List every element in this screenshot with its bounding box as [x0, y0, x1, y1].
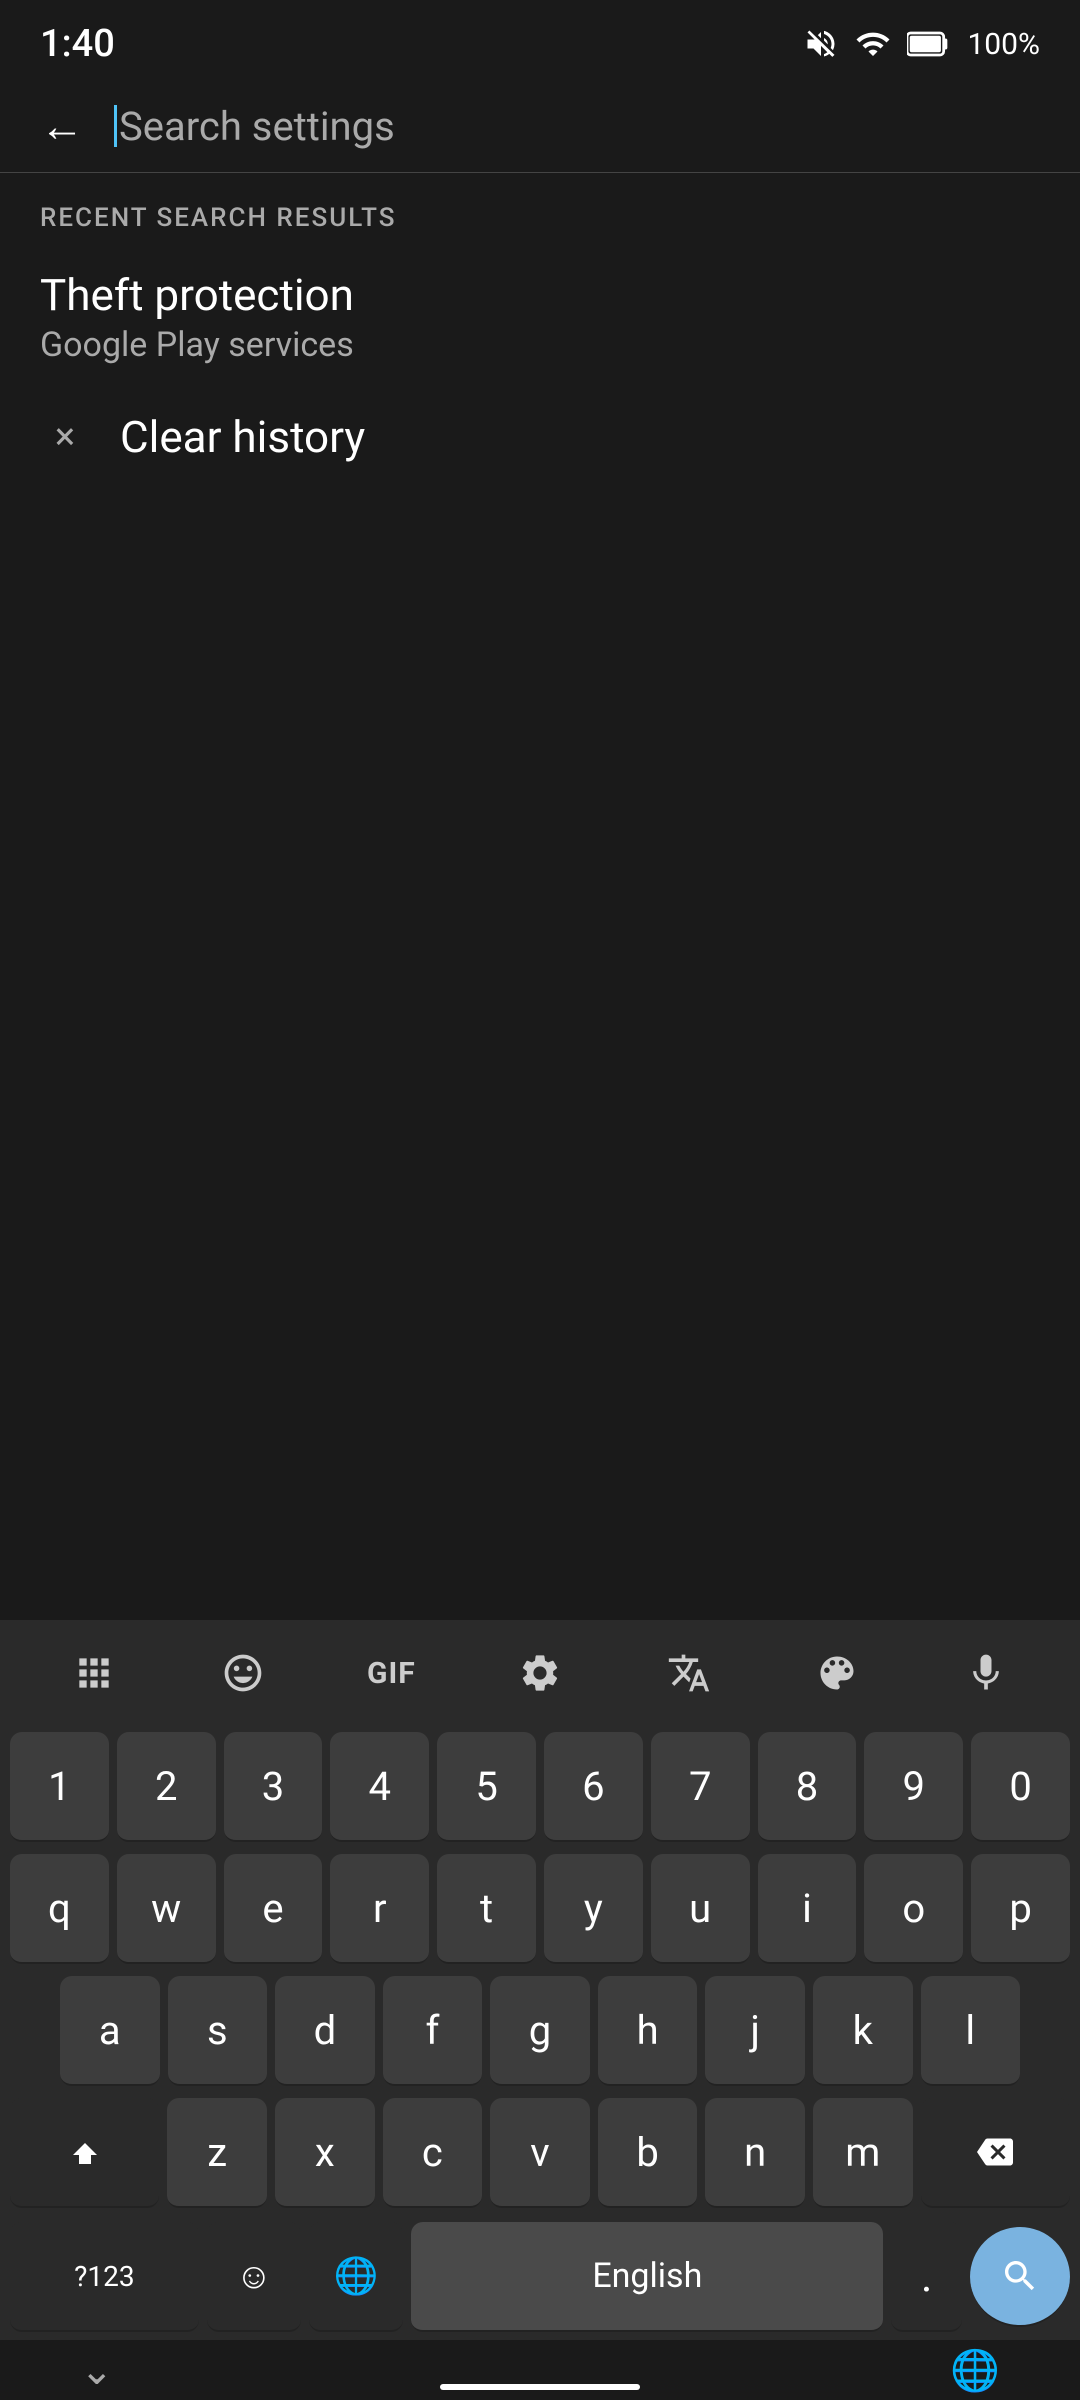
key-p[interactable]: p — [971, 1854, 1070, 1964]
key-3[interactable]: 3 — [224, 1732, 323, 1842]
result-subtitle: Google Play services — [40, 325, 1040, 365]
key-k[interactable]: k — [813, 1976, 913, 2086]
key-y[interactable]: y — [544, 1854, 643, 1964]
key-8[interactable]: 8 — [758, 1732, 857, 1842]
mic-toolbar-button[interactable] — [941, 1638, 1031, 1708]
search-result-theft-protection[interactable]: Theft protection Google Play services — [0, 243, 1080, 391]
text-cursor — [114, 105, 117, 147]
number-row: 1 2 3 4 5 6 7 8 9 0 — [0, 1726, 1080, 1848]
key-x[interactable]: x — [275, 2098, 375, 2208]
key-t[interactable]: t — [437, 1854, 536, 1964]
key-d[interactable]: d — [275, 1976, 375, 2086]
settings-toolbar-button[interactable] — [495, 1638, 585, 1708]
emoji-toolbar-button[interactable] — [198, 1638, 288, 1708]
key-n[interactable]: n — [705, 2098, 805, 2208]
key-9[interactable]: 9 — [864, 1732, 963, 1842]
gif-toolbar-button[interactable]: GIF — [346, 1638, 436, 1708]
nav-globe-icon[interactable]: 🌐 — [950, 2347, 1000, 2394]
search-placeholder: Search settings — [119, 103, 395, 150]
globe-key[interactable]: 🌐 — [309, 2222, 403, 2332]
keyboard: GIF 1 2 3 4 5 6 7 8 — [0, 1620, 1080, 2340]
key-4[interactable]: 4 — [330, 1732, 429, 1842]
key-a[interactable]: a — [60, 1976, 160, 2086]
key-1[interactable]: 1 — [10, 1732, 109, 1842]
theme-toolbar-button[interactable] — [792, 1638, 882, 1708]
gif-label: GIF — [367, 1656, 416, 1691]
result-title: Theft protection — [40, 269, 1040, 321]
back-button[interactable]: ← — [40, 100, 84, 152]
key-b[interactable]: b — [598, 2098, 698, 2208]
key-0[interactable]: 0 — [971, 1732, 1070, 1842]
symbols-key[interactable]: ?123 — [10, 2222, 199, 2332]
recent-results-label: RECENT SEARCH RESULTS — [0, 173, 1080, 243]
status-icons: 100% — [803, 26, 1040, 62]
key-w[interactable]: w — [117, 1854, 216, 1964]
key-v[interactable]: v — [490, 2098, 590, 2208]
battery-icon — [907, 26, 951, 62]
search-action-key[interactable] — [970, 2227, 1070, 2327]
wifi-icon — [855, 26, 891, 62]
translate-toolbar-button[interactable] — [644, 1638, 734, 1708]
key-l[interactable]: l — [921, 1976, 1021, 2086]
clear-history-row[interactable]: × Clear history — [0, 391, 1080, 483]
key-c[interactable]: c — [383, 2098, 483, 2208]
clear-history-label: Clear history — [120, 411, 365, 463]
key-7[interactable]: 7 — [651, 1732, 750, 1842]
emoji-key[interactable]: ☺ — [207, 2222, 301, 2332]
search-input[interactable]: Search settings — [114, 103, 1040, 150]
asdf-row: a s d f g h j k l — [0, 1970, 1080, 2092]
search-bar: ← Search settings — [0, 80, 1080, 173]
key-5[interactable]: 5 — [437, 1732, 536, 1842]
bottom-row: ?123 ☺ 🌐 English . — [0, 2214, 1080, 2340]
key-o[interactable]: o — [864, 1854, 963, 1964]
mute-icon — [803, 26, 839, 62]
key-i[interactable]: i — [758, 1854, 857, 1964]
qwerty-row: q w e r t y u i o p — [0, 1848, 1080, 1970]
status-time: 1:40 — [40, 22, 115, 66]
nav-bar: ⌄ 🌐 — [0, 2340, 1080, 2400]
close-icon: × — [40, 415, 90, 459]
key-j[interactable]: j — [705, 1976, 805, 2086]
battery-percentage: 100% — [967, 27, 1040, 62]
key-6[interactable]: 6 — [544, 1732, 643, 1842]
status-bar: 1:40 100% — [0, 0, 1080, 80]
keyboard-hide-button[interactable]: ⌄ — [80, 2347, 114, 2394]
space-key[interactable]: English — [411, 2222, 883, 2332]
key-2[interactable]: 2 — [117, 1732, 216, 1842]
key-s[interactable]: s — [168, 1976, 268, 2086]
backspace-key[interactable] — [921, 2098, 1070, 2208]
key-e[interactable]: e — [224, 1854, 323, 1964]
key-f[interactable]: f — [383, 1976, 483, 2086]
key-z[interactable]: z — [167, 2098, 267, 2208]
key-h[interactable]: h — [598, 1976, 698, 2086]
shift-key[interactable] — [10, 2098, 159, 2208]
keyboard-toolbar: GIF — [0, 1620, 1080, 1726]
key-r[interactable]: r — [330, 1854, 429, 1964]
apps-toolbar-button[interactable] — [49, 1638, 139, 1708]
key-m[interactable]: m — [813, 2098, 913, 2208]
home-indicator[interactable] — [440, 2384, 640, 2390]
period-key[interactable]: . — [891, 2222, 962, 2332]
key-u[interactable]: u — [651, 1854, 750, 1964]
key-g[interactable]: g — [490, 1976, 590, 2086]
zxcv-row: z x c v b n m — [0, 2092, 1080, 2214]
key-q[interactable]: q — [10, 1854, 109, 1964]
